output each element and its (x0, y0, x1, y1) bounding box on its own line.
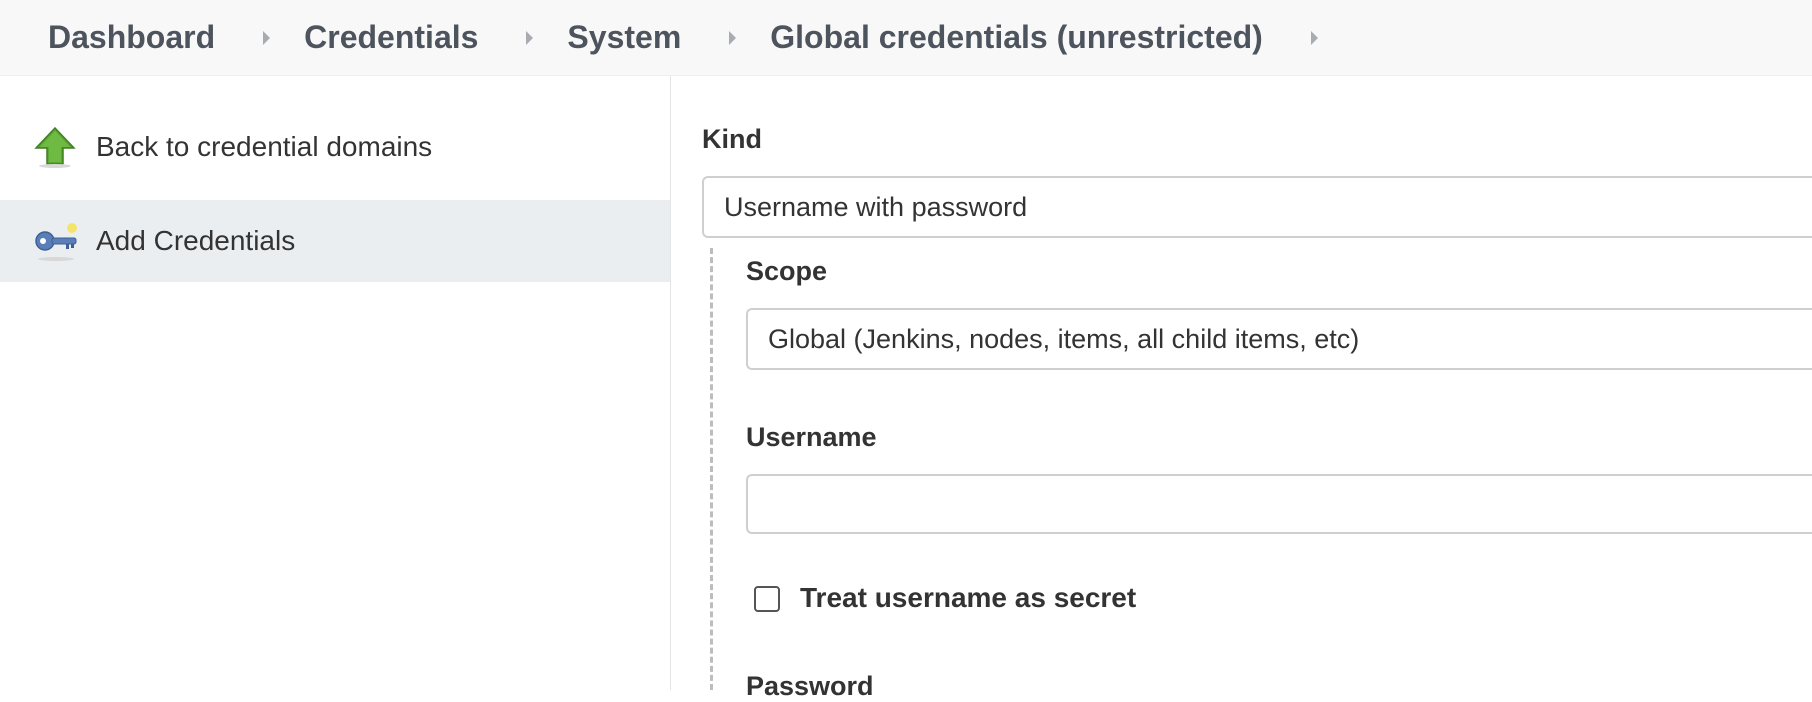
sidebar-item-add-credentials[interactable]: Add Credentials (0, 200, 670, 282)
sidebar-item-label: Add Credentials (96, 225, 296, 256)
username-input[interactable] (746, 474, 1812, 534)
breadcrumb: Dashboard Credentials System Global cred… (0, 0, 1812, 76)
treat-username-secret-checkbox[interactable] (754, 586, 780, 612)
password-label: Password (746, 671, 874, 701)
treat-username-secret-label[interactable]: Treat username as secret (800, 582, 1136, 614)
kind-label: Kind (702, 124, 762, 154)
breadcrumb-dashboard[interactable]: Dashboard (48, 19, 215, 56)
nested-fields-divider (710, 248, 713, 690)
breadcrumb-separator-icon[interactable] (526, 30, 534, 45)
sidebar-item-back-to-credential-domains[interactable]: Back to credential domains (0, 106, 670, 188)
scope-select[interactable]: Global (Jenkins, nodes, items, all child… (746, 308, 1812, 370)
breadcrumb-credentials[interactable]: Credentials (304, 19, 478, 56)
breadcrumb-separator-icon[interactable] (729, 30, 737, 45)
credentials-form: Kind Username with password Scope Global… (672, 76, 1812, 701)
breadcrumb-separator-icon[interactable] (263, 30, 271, 45)
breadcrumb-global-credentials[interactable]: Global credentials (unrestricted) (770, 19, 1263, 56)
side-panel: Back to credential domains Add Credentia… (0, 76, 671, 690)
breadcrumb-system[interactable]: System (567, 19, 681, 56)
sidebar-item-label: Back to credential domains (96, 131, 433, 162)
up-arrow-icon (34, 126, 76, 168)
scope-label: Scope (746, 256, 828, 286)
kind-select[interactable]: Username with password (702, 176, 1812, 238)
breadcrumb-separator-icon[interactable] (1310, 30, 1318, 45)
key-icon (34, 220, 77, 262)
username-label: Username (746, 422, 877, 452)
